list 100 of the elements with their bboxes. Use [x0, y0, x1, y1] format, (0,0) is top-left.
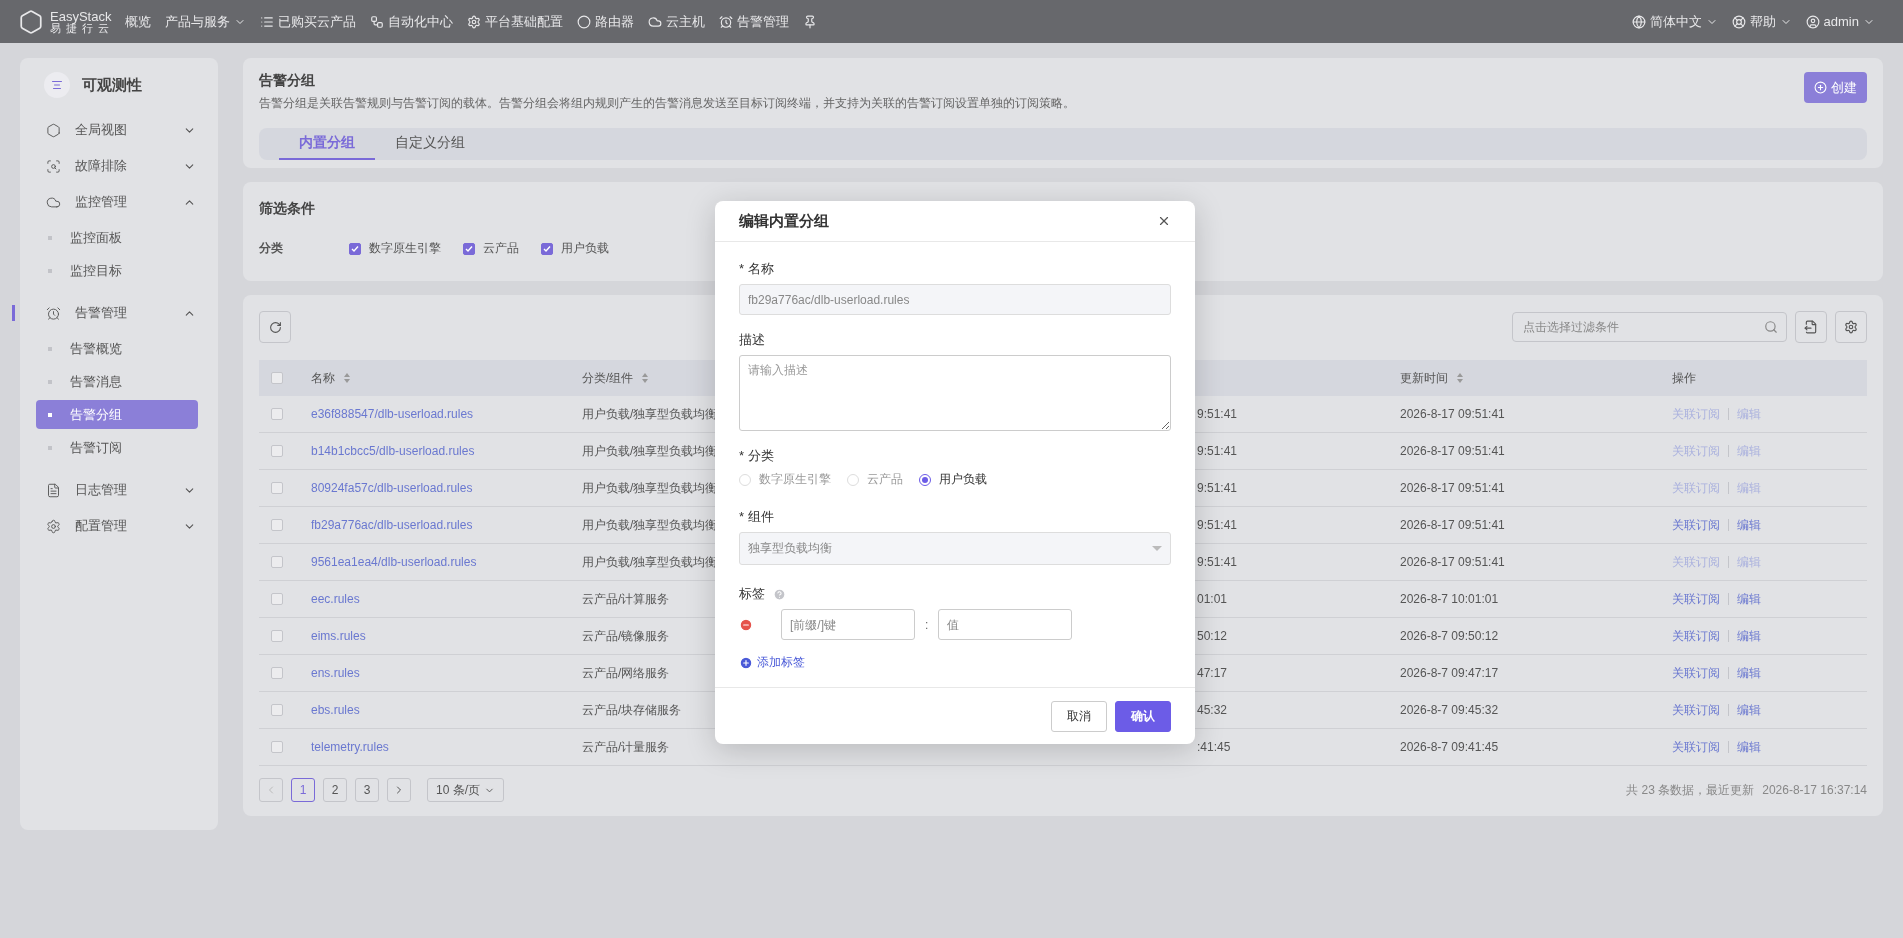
sidebar-item[interactable]: 监控目标 [36, 256, 198, 285]
table-cell: 云产品/计量服务 [582, 738, 670, 756]
checkbox[interactable] [271, 704, 283, 716]
edit-link[interactable]: 编辑 [1737, 664, 1761, 682]
component-select[interactable]: 独享型负载均衡 [739, 532, 1171, 565]
checkbox[interactable] [271, 445, 283, 457]
table-cell: 2026-8-7 10:01:01 [1400, 592, 1499, 606]
create-button[interactable]: 创建 [1804, 72, 1867, 103]
confirm-button[interactable]: 确认 [1115, 700, 1171, 732]
table-cell: 云产品/计算服务 [582, 590, 670, 608]
rule-link[interactable]: ens.rules [311, 666, 360, 680]
edit-link[interactable]: 编辑 [1737, 516, 1761, 534]
sidebar-group[interactable]: 全局视图 [12, 112, 218, 148]
prev-page-button[interactable] [259, 778, 283, 802]
header-menu[interactable]: 简体中文 [1631, 12, 1718, 31]
rule-link[interactable]: eec.rules [311, 592, 360, 606]
checkbox[interactable] [271, 741, 283, 753]
rule-link[interactable]: 80924fa57c/dlb-userload.rules [311, 481, 473, 495]
sort-icon[interactable] [343, 372, 351, 384]
group-icon [46, 482, 61, 498]
header-menu[interactable]: admin [1805, 14, 1875, 29]
header-menu[interactable]: 帮助 [1731, 12, 1792, 31]
sidebar-item[interactable]: 监控面板 [36, 223, 198, 252]
sidebar-item[interactable]: 告警订阅 [36, 433, 198, 462]
search-field[interactable]: 点击选择过滤条件 [1512, 312, 1787, 342]
page-button[interactable]: 2 [323, 778, 347, 802]
table-cell: 用户负载/独享型负载均衡 [582, 405, 718, 423]
sidebar-item[interactable]: 告警分组 [36, 400, 198, 429]
description-field[interactable]: 请输入描述 [739, 355, 1171, 431]
page-button[interactable]: 1 [291, 778, 315, 802]
sidebar-item[interactable]: 告警概览 [36, 334, 198, 363]
subscribe-link[interactable]: 关联订阅 [1672, 590, 1720, 608]
edit-link[interactable]: 编辑 [1737, 627, 1761, 645]
remove-icon[interactable] [739, 617, 753, 632]
rule-link[interactable]: b14b1cbcc5/dlb-userload.rules [311, 444, 475, 458]
rule-link[interactable]: e36f888547/dlb-userload.rules [311, 407, 474, 421]
table-cell: 2026-8-7 09:41:45 [1400, 740, 1499, 754]
next-page-button[interactable] [387, 778, 411, 802]
cancel-button[interactable]: 取消 [1051, 700, 1107, 732]
rule-link[interactable]: fb29a776ac/dlb-userload.rules [311, 518, 473, 532]
nav-item[interactable]: 平台基础配置 [467, 12, 564, 31]
pin-icon[interactable] [803, 14, 818, 29]
subscribe-link[interactable]: 关联订阅 [1672, 516, 1720, 534]
checkbox[interactable] [349, 242, 361, 255]
checkbox[interactable] [271, 372, 283, 384]
checkbox[interactable] [541, 242, 553, 255]
sidebar-group[interactable]: 告警管理 [12, 295, 218, 331]
sidebar-item[interactable]: 告警消息 [36, 367, 198, 396]
checkbox[interactable] [271, 519, 283, 531]
close-icon[interactable] [1157, 214, 1171, 228]
checkbox[interactable] [271, 482, 283, 494]
page-button[interactable]: 3 [355, 778, 379, 802]
edit-link[interactable]: 编辑 [1737, 738, 1761, 756]
caret-icon [1152, 545, 1162, 552]
tab[interactable]: 自定义分组 [375, 128, 485, 160]
help-icon[interactable] [773, 587, 786, 601]
tag-key-field[interactable]: [前缀/]键 [781, 609, 915, 640]
checkbox[interactable] [271, 593, 283, 605]
rule-link[interactable]: ebs.rules [311, 703, 360, 717]
sidebar-group[interactable]: 故障排除 [12, 148, 218, 184]
rule-link[interactable]: 9561ea1ea4/dlb-userload.rules [311, 555, 477, 569]
checkbox[interactable] [463, 242, 475, 255]
subscribe-link[interactable]: 关联订阅 [1672, 701, 1720, 719]
sidebar-group[interactable]: 日志管理 [12, 472, 218, 508]
sort-icon[interactable] [641, 372, 650, 384]
table-cell: 9:51:41 [1197, 555, 1238, 569]
sidebar-group[interactable]: 监控管理 [12, 184, 218, 220]
checkbox[interactable] [271, 630, 283, 642]
edit-link[interactable]: 编辑 [1737, 701, 1761, 719]
nav-item[interactable]: 云主机 [648, 12, 706, 31]
sidebar-group[interactable]: 配置管理 [12, 508, 218, 544]
subscribe-link[interactable]: 关联订阅 [1672, 664, 1720, 682]
table-cell: 用户负载/独享型负载均衡 [582, 516, 718, 534]
tab[interactable]: 内置分组 [279, 128, 375, 160]
export-button[interactable] [1795, 311, 1827, 343]
nav-item[interactable]: 已购买云产品 [260, 12, 357, 31]
tag-value-field[interactable]: 值 [938, 609, 1073, 640]
active-indicator [12, 305, 15, 321]
table-cell: 2026-8-7 09:47:17 [1400, 666, 1499, 680]
rule-link[interactable]: eims.rules [311, 629, 366, 643]
search-input[interactable]: 点击选择过滤条件 [1521, 319, 1764, 335]
nav-item[interactable]: 产品与服务 [165, 12, 247, 31]
settings-button[interactable] [1835, 311, 1867, 343]
checkbox[interactable] [271, 556, 283, 568]
sort-icon[interactable] [1456, 372, 1464, 384]
refresh-button[interactable] [259, 311, 291, 343]
add-tag-link[interactable]: 添加标签 [739, 654, 1171, 671]
checkbox[interactable] [271, 667, 283, 679]
nav-icon [577, 14, 592, 29]
rule-link[interactable]: telemetry.rules [311, 740, 389, 754]
subscribe-link[interactable]: 关联订阅 [1672, 738, 1720, 756]
nav-item[interactable]: 自动化中心 [370, 12, 454, 31]
checkbox[interactable] [271, 408, 283, 420]
subscribe-link[interactable]: 关联订阅 [1672, 627, 1720, 645]
nav-item[interactable]: 路由器 [577, 12, 635, 31]
page-size-select[interactable]: 10 条/页 [427, 778, 504, 802]
nav-item[interactable]: 概览 [125, 12, 152, 31]
edit-link[interactable]: 编辑 [1737, 590, 1761, 608]
nav-item[interactable]: 告警管理 [719, 12, 790, 31]
menu-icon[interactable] [44, 72, 70, 98]
